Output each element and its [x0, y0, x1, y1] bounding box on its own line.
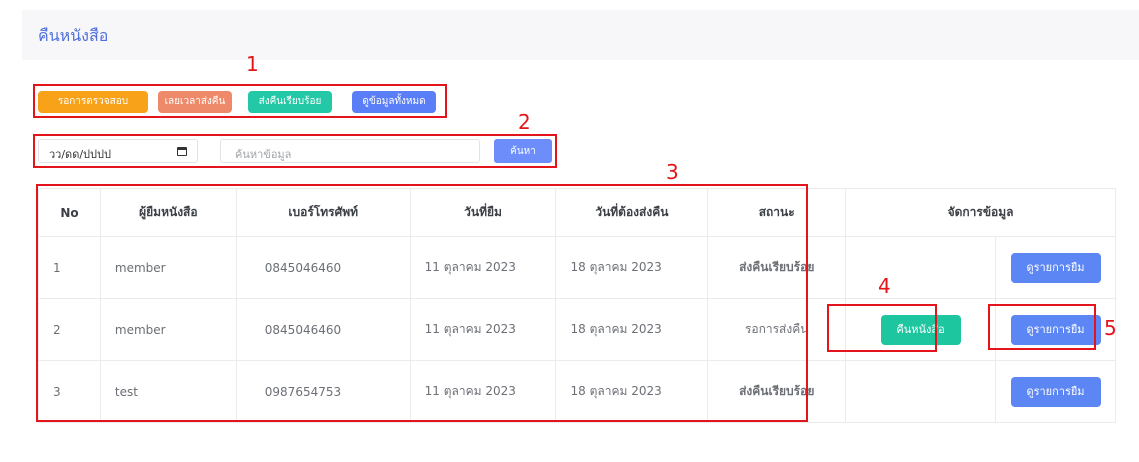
table-row: 3 test 0987654753 11 ตุลาคม 2023 18 ตุลา…: [38, 360, 1116, 423]
table-row: 1 member 0845046460 11 ตุลาคม 2023 18 ตุ…: [38, 236, 1116, 299]
search-button[interactable]: ค้นหา: [494, 139, 552, 163]
borrow-table: No ผู้ยืมหนังสือ เบอร์โทรศัพท์ วันที่ยืม…: [38, 188, 1116, 423]
row-status: ส่งคืนเรียบร้อย: [707, 360, 847, 423]
page-title: คืนหนังสือ: [38, 26, 109, 45]
annotation-number-5: 5: [1104, 316, 1117, 340]
annotation-number-1: 1: [246, 52, 259, 76]
header-borrower: ผู้ยืมหนังสือ: [99, 188, 237, 237]
table-row: 2 member 0845046460 11 ตุลาคม 2023 18 ตุ…: [38, 298, 1116, 361]
row-phone: 0845046460: [235, 236, 411, 299]
row-return-cell: [845, 360, 996, 423]
annotation-number-3: 3: [666, 160, 679, 184]
row-borrow-date: 11 ตุลาคม 2023: [409, 298, 557, 361]
row-due-date: 18 ตุลาคม 2023: [555, 360, 709, 423]
row-no: 3: [38, 360, 101, 423]
row-status: รอการส่งคืน: [707, 298, 847, 361]
row-status: ส่งคืนเรียบร้อย: [707, 236, 847, 299]
annotation-number-4: 4: [878, 274, 891, 298]
row-view-cell: ดูรายการยืม: [995, 360, 1116, 423]
row-return-cell: คืนหนังสือ: [845, 298, 996, 361]
filter-returned-button[interactable]: ส่งคืนเรียบร้อย: [248, 91, 332, 113]
page-header: [22, 10, 1139, 60]
view-borrow-list-button[interactable]: ดูรายการยืม: [1010, 376, 1101, 407]
row-borrower: test: [99, 360, 237, 423]
search-input[interactable]: ค้นหาข้อมูล: [220, 139, 480, 163]
row-borrow-date: 11 ตุลาคม 2023: [409, 236, 557, 299]
header-manage: จัดการข้อมูล: [845, 188, 1116, 237]
row-phone: 0987654753: [235, 360, 411, 423]
annotation-number-2: 2: [518, 110, 531, 134]
return-book-button[interactable]: คืนหนังสือ: [880, 314, 961, 345]
row-no: 2: [38, 298, 101, 361]
row-return-cell: [845, 236, 996, 299]
calendar-icon[interactable]: [177, 147, 187, 156]
date-placeholder: วว/ดด/ปปปป: [49, 148, 111, 161]
header-phone: เบอร์โทรศัพท์: [235, 188, 411, 237]
header-due-date: วันที่ต้องส่งคืน: [555, 188, 709, 237]
row-view-cell: ดูรายการยืม: [995, 298, 1116, 361]
row-phone: 0845046460: [235, 298, 411, 361]
row-borrower: member: [99, 298, 237, 361]
search-placeholder: ค้นหาข้อมูล: [235, 148, 292, 161]
header-borrow-date: วันที่ยืม: [409, 188, 557, 237]
filter-overdue-button[interactable]: เลยเวลาส่งคืน: [158, 91, 232, 113]
filter-pending-review-button[interactable]: รอการตรวจสอบ: [38, 91, 148, 113]
date-input[interactable]: วว/ดด/ปปปป: [38, 139, 198, 163]
view-borrow-list-button[interactable]: ดูรายการยืม: [1010, 252, 1101, 283]
row-borrower: member: [99, 236, 237, 299]
header-status: สถานะ: [707, 188, 847, 237]
table-header-row: No ผู้ยืมหนังสือ เบอร์โทรศัพท์ วันที่ยืม…: [38, 188, 1116, 237]
view-borrow-list-button[interactable]: ดูรายการยืม: [1010, 314, 1101, 345]
row-due-date: 18 ตุลาคม 2023: [555, 298, 709, 361]
row-view-cell: ดูรายการยืม: [995, 236, 1116, 299]
row-due-date: 18 ตุลาคม 2023: [555, 236, 709, 299]
header-no: No: [38, 188, 101, 237]
row-no: 1: [38, 236, 101, 299]
row-borrow-date: 11 ตุลาคม 2023: [409, 360, 557, 423]
filter-all-button[interactable]: ดูข้อมูลทั้งหมด: [352, 91, 436, 113]
